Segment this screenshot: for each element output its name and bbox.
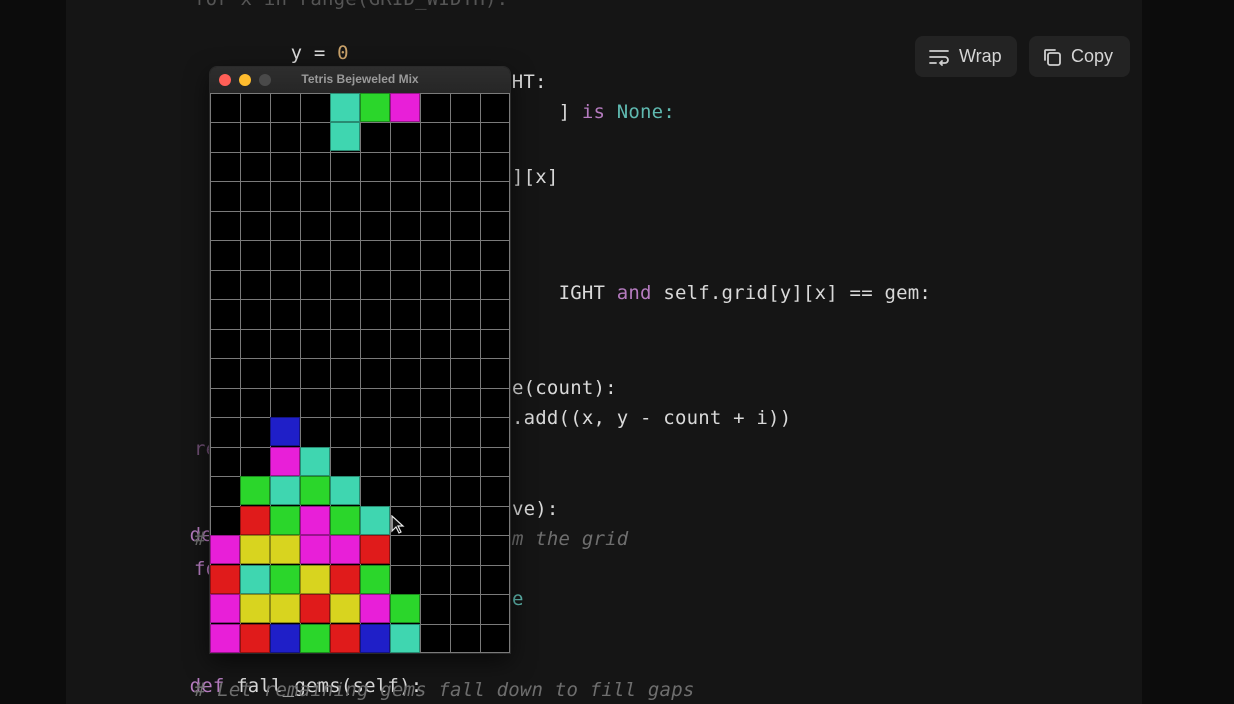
- gem-cell: [300, 476, 330, 505]
- gem-cell: [390, 594, 420, 623]
- code-line-def-remove-tail: ve):: [512, 498, 559, 520]
- game-window[interactable]: Tetris Bejeweled Mix: [210, 67, 510, 653]
- gem-cell: [270, 447, 300, 476]
- gem-cell: [360, 565, 390, 594]
- gem-cell: [300, 565, 330, 594]
- code-line-range-count: e(count):: [512, 377, 617, 399]
- window-titlebar[interactable]: Tetris Bejeweled Mix: [210, 67, 510, 94]
- wrap-icon: [928, 48, 950, 66]
- code-comment-fragment: #: [194, 528, 206, 550]
- gem-cell: [270, 506, 300, 535]
- gem-cell: [240, 565, 270, 594]
- gem-cell: [330, 594, 360, 623]
- gem-cell: [210, 594, 240, 623]
- code-line-fragment-top: for x in range(GRID_WIDTH):: [194, 0, 508, 12]
- wrap-label: Wrap: [959, 46, 1002, 66]
- gem-cell: [360, 624, 390, 653]
- code-keyword: and: [616, 282, 652, 304]
- falling-piece-cell: [330, 122, 360, 151]
- gem-cell: [330, 624, 360, 653]
- falling-piece-cell: [390, 93, 420, 122]
- gem-cell: [270, 594, 300, 623]
- code-line-x-index: ][x]: [512, 166, 559, 188]
- gem-cell: [240, 624, 270, 653]
- gem-cell: [210, 535, 240, 564]
- gem-cell: [270, 624, 300, 653]
- gem-cell: [270, 565, 300, 594]
- gem-cell: [300, 447, 330, 476]
- gem-cell: [240, 506, 270, 535]
- falling-piece-cell: [360, 93, 390, 122]
- wrap-button[interactable]: Wrap: [915, 36, 1017, 77]
- gem-cell: [360, 594, 390, 623]
- code-text: IGHT: [558, 282, 617, 304]
- code-keyword: is: [581, 101, 606, 123]
- gem-cell: [270, 417, 300, 446]
- gem-cell: [330, 506, 360, 535]
- copy-icon: [1042, 47, 1062, 67]
- code-line-e-fragment: e: [512, 588, 524, 610]
- code-text: ]: [558, 101, 582, 123]
- gem-cell: [300, 506, 330, 535]
- gem-cell: [240, 594, 270, 623]
- gem-cell: [360, 506, 390, 535]
- code-comment-fall: # Let remaining gems fall down to fill g…: [194, 679, 695, 701]
- code-line-add: .add((x, y - count + i)): [512, 407, 792, 429]
- gem-cell: [330, 476, 360, 505]
- code-builtin: None:: [605, 101, 675, 123]
- gem-cell: [300, 624, 330, 653]
- gem-cell: [270, 535, 300, 564]
- game-board[interactable]: [210, 93, 510, 653]
- window-title: Tetris Bejeweled Mix: [301, 72, 419, 86]
- gem-cell: [300, 535, 330, 564]
- mouse-cursor-icon: [391, 514, 405, 539]
- gem-cell: [390, 624, 420, 653]
- gem-cell: [330, 535, 360, 564]
- gem-cell: [240, 535, 270, 564]
- gem-cell: [210, 624, 240, 653]
- gem-cell: [240, 476, 270, 505]
- code-text: self.grid[y][x] == gem:: [651, 282, 932, 304]
- gem-cell: [330, 565, 360, 594]
- code-comment-grid: m the grid: [512, 528, 629, 550]
- gem-cell: [270, 476, 300, 505]
- copy-button[interactable]: Copy: [1029, 36, 1130, 77]
- falling-piece-cell: [330, 93, 360, 122]
- gem-cell: [300, 594, 330, 623]
- copy-label: Copy: [1071, 46, 1114, 66]
- code-line-gem-compare: IGHT and self.grid[y][x] == gem:: [512, 254, 931, 332]
- gem-cell: [360, 535, 390, 564]
- code-line-is-none: ] is None:: [512, 73, 675, 151]
- gem-cell: [210, 565, 240, 594]
